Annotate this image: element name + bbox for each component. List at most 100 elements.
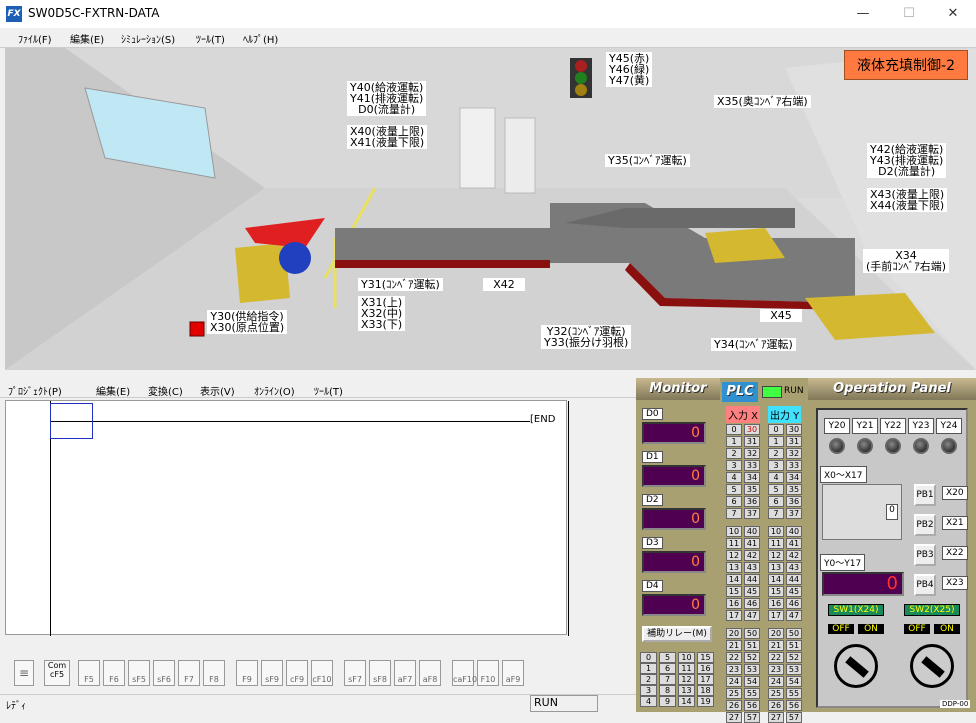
simulation-3d-view[interactable]: 液体充填制御-2 Y45(赤) Y46(緑) Y47(黄) Y40(給液運転) … — [5, 48, 976, 370]
fkey-f8[interactable]: F8 — [203, 660, 225, 686]
register-d2-value: 0 — [642, 508, 706, 530]
menu-file[interactable]: ﾌｧｲﾙ(F) — [18, 31, 52, 46]
editor-menu-edit[interactable]: 編集(E) — [96, 383, 130, 398]
input-x30-bit: 30 — [744, 424, 760, 435]
input-x5-bit: 5 — [726, 484, 742, 495]
sw1-off-label: OFF — [828, 624, 854, 634]
output-y47-bit: 47 — [786, 610, 802, 621]
input-x20-bit: 20 — [726, 628, 742, 639]
sw2-selector-knob[interactable] — [910, 644, 954, 688]
editor-menu-online[interactable]: ｵﾝﾗｲﾝ(O) — [254, 383, 295, 398]
scene-title: 液体充填制御-2 — [844, 50, 968, 80]
fkey-sf5[interactable]: sF5 — [128, 660, 150, 686]
fkey-af7[interactable]: aF7 — [394, 660, 416, 686]
fkey-sf9[interactable]: sF9 — [261, 660, 283, 686]
aux-relay-m8-bit: 8 — [659, 685, 676, 696]
register-d4: D4 0 — [642, 580, 706, 616]
output-y0-bit: 0 — [768, 424, 784, 435]
status-run: RUN — [530, 695, 598, 712]
editor-menu-view[interactable]: 表示(V) — [200, 383, 235, 398]
output-y52-bit: 52 — [786, 652, 802, 663]
register-d3: D3 0 — [642, 537, 706, 573]
ladder-rung-line — [50, 421, 530, 422]
output-y50-bit: 50 — [786, 628, 802, 639]
lamp-y20: Y20 — [824, 418, 850, 454]
output-y11-bit: 11 — [768, 538, 784, 549]
fkey-af8[interactable]: aF8 — [419, 660, 441, 686]
minimize-button[interactable]: — — [840, 0, 886, 28]
label-y40-y41-d0: Y40(給液運転) Y41(排液運転) D0(流量計) — [347, 81, 427, 116]
register-d0-label: D0 — [642, 408, 663, 420]
register-d3-label: D3 — [642, 537, 663, 549]
factory-scene-graphic — [5, 48, 976, 370]
input-x2-bit: 2 — [726, 448, 742, 459]
fkey-f6[interactable]: F6 — [103, 660, 125, 686]
label-x34: X34 (手前ｺﾝﾍﾞｱ右端) — [863, 249, 950, 273]
input-x14-bit: 14 — [726, 574, 742, 585]
toolbar-menu-icon[interactable]: ≡ — [14, 660, 34, 686]
input-x34-bit: 34 — [744, 472, 760, 483]
cursor-box[interactable] — [50, 403, 93, 439]
aux-relay-m9-bit: 9 — [659, 696, 676, 707]
maximize-button[interactable]: ☐ — [886, 0, 932, 28]
aux-relay-m17-bit: 17 — [697, 674, 714, 685]
label-x31-x33: X31(上) X32(中) X33(下) — [358, 296, 406, 331]
comment-button[interactable]: Com cF5 — [44, 660, 70, 686]
menu-help[interactable]: ﾍﾙﾌﾟ(H) — [243, 31, 278, 46]
input-x54-bit: 54 — [744, 676, 760, 687]
pb1-button[interactable]: PB1 — [914, 484, 936, 506]
lamp-y23-label: Y23 — [908, 418, 934, 434]
sw1-selector-knob[interactable] — [834, 644, 878, 688]
input-x1-bit: 1 — [726, 436, 742, 447]
editor-menu-convert[interactable]: 変換(C) — [148, 383, 183, 398]
register-d4-label: D4 — [642, 580, 663, 592]
editor-menu-project[interactable]: ﾌﾟﾛｼﾞｪｸﾄ(P) — [8, 383, 62, 398]
fkey-sf6[interactable]: sF6 — [153, 660, 175, 686]
input-x45-bit: 45 — [744, 586, 760, 597]
aux-relay-m4-bit: 4 — [640, 696, 657, 707]
io-bit-grid: 0 30 0 30 1 31 1 31 2 32 2 32 3 33 3 33 4 34 4 34 5 35 5 35 6 36 6… — [726, 424, 806, 723]
fkey-f10[interactable]: F10 — [477, 660, 499, 686]
pb3-button[interactable]: PB3 — [914, 544, 936, 566]
fkey-f7[interactable]: F7 — [178, 660, 200, 686]
label-y32-y33: Y32(ｺﾝﾍﾞｱ運転) Y33(振分け羽根) — [541, 325, 632, 349]
fkey-sf8[interactable]: sF8 — [369, 660, 391, 686]
register-d1: D1 0 — [642, 451, 706, 487]
pb3-x-label: X22 — [942, 546, 968, 560]
fkey-cf9[interactable]: cF9 — [286, 660, 308, 686]
fkey-caf10[interactable]: caF10 — [452, 660, 477, 686]
menu-tool[interactable]: ﾂｰﾙ(T) — [196, 31, 225, 46]
operation-panel-title: Operation Panel — [808, 378, 976, 400]
lamp-y24: Y24 — [936, 418, 962, 454]
menu-edit[interactable]: 編集(E) — [70, 31, 104, 46]
menu-simulation[interactable]: ｼﾐｭﾚｰｼｮﾝ(S) — [121, 31, 175, 46]
fkey-sf7[interactable]: sF7 — [344, 660, 366, 686]
input-x27-bit: 27 — [726, 712, 742, 723]
fkey-cf10[interactable]: cF10 — [311, 660, 333, 686]
aux-relay-button[interactable]: 補助リレー(M) — [642, 626, 712, 642]
aux-relay-m2-bit: 2 — [640, 674, 657, 685]
output-y54-bit: 54 — [786, 676, 802, 687]
fkey-f5[interactable]: F5 — [78, 660, 100, 686]
output-y30-bit: 30 — [786, 424, 802, 435]
close-button[interactable]: ✕ — [930, 0, 976, 28]
label-y45-y47: Y45(赤) Y46(緑) Y47(黄) — [606, 52, 653, 87]
fkey-f9[interactable]: F9 — [236, 660, 258, 686]
editor-menu-tool[interactable]: ﾂｰﾙ(T) — [314, 383, 343, 398]
output-y34-bit: 34 — [786, 472, 802, 483]
output-y22-bit: 22 — [768, 652, 784, 663]
sw1-label: SW1(X24) — [828, 604, 884, 616]
fkey-af9[interactable]: aF9 — [502, 660, 524, 686]
register-d2-label: D2 — [642, 494, 663, 506]
output-y55-bit: 55 — [786, 688, 802, 699]
ladder-canvas[interactable]: [END — [5, 400, 569, 636]
output-y7-bit: 7 — [768, 508, 784, 519]
output-y21-bit: 21 — [768, 640, 784, 651]
lamp-y22-light — [885, 438, 901, 454]
pb2-button[interactable]: PB2 — [914, 514, 936, 536]
input-x6-bit: 6 — [726, 496, 742, 507]
pb4-button[interactable]: PB4 — [914, 574, 936, 596]
input-x57-bit: 57 — [744, 712, 760, 723]
lamp-y24-light — [941, 438, 957, 454]
run-label: RUN — [784, 386, 804, 396]
